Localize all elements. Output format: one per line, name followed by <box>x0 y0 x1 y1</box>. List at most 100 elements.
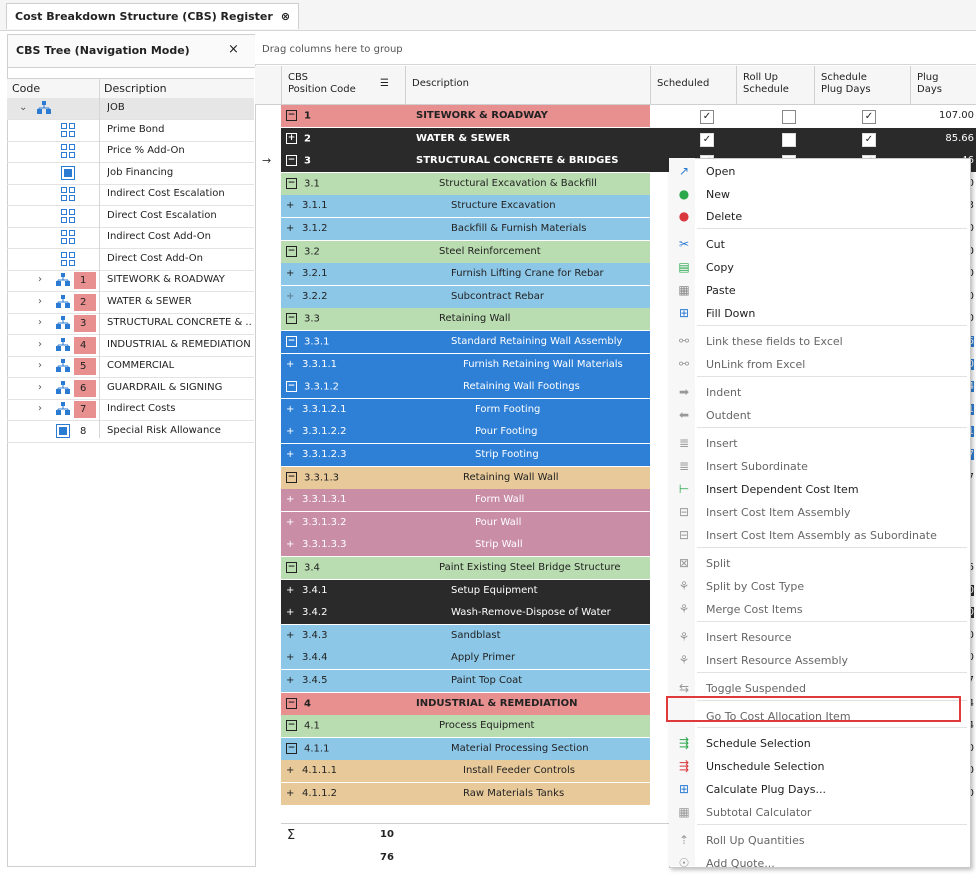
expand-icon[interactable]: + <box>286 132 297 144</box>
col-header-scheduled[interactable]: Scheduled <box>650 66 735 104</box>
menu-item-insert-cost-item-assembly[interactable]: ⊟ Insert Cost Item Assembly <box>670 501 968 524</box>
collapse-icon[interactable]: − <box>286 471 297 483</box>
menu-item-split-by-cost-type[interactable]: ⚘ Split by Cost Type <box>670 575 968 598</box>
document-tab[interactable]: Cost Breakdown Structure (CBS) Register ⊗ <box>6 3 300 29</box>
menu-item-delete[interactable]: ● Delete <box>670 205 968 228</box>
col-header-code[interactable]: CBS Position Code ☰ <box>281 66 404 104</box>
col-header-plug-days[interactable]: Plug Days <box>910 66 976 104</box>
collapse-icon[interactable]: − <box>286 110 297 121</box>
menu-item-add-quote[interactable]: ☉ Add Quote... <box>670 852 968 875</box>
tree-row[interactable]: › 4 INDUSTRIAL & REMEDIATION <box>7 335 254 357</box>
collapse-icon[interactable]: − <box>286 155 297 167</box>
expand-icon[interactable]: + <box>286 223 295 234</box>
menu-item-open[interactable]: ↗ Open <box>670 160 968 183</box>
menu-item-unschedule-selection[interactable]: ⇶ Unschedule Selection <box>670 755 968 778</box>
sort-icon[interactable]: ☰ <box>380 78 389 90</box>
tree-row[interactable]: Job Financing <box>7 163 254 185</box>
tree-col-code[interactable]: Code <box>12 82 40 95</box>
tree-row[interactable]: Direct Cost Add-On <box>7 249 254 271</box>
menu-item-insert-dependent-cost-item[interactable]: ⊢ Insert Dependent Cost Item <box>670 478 968 501</box>
expand-icon[interactable]: + <box>286 607 295 618</box>
col-header-plug-days-sched[interactable]: Schedule Plug Days <box>814 66 909 104</box>
menu-item-paste[interactable]: ▦ Paste <box>670 279 968 302</box>
tree-row[interactable]: ⌄ JOB <box>7 98 254 120</box>
expand-icon[interactable]: + <box>286 539 295 550</box>
menu-item-subtotal-calculator[interactable]: ▦ Subtotal Calculator <box>670 801 968 824</box>
menu-item-merge-cost-items[interactable]: ⚘ Merge Cost Items <box>670 598 968 621</box>
menu-item-insert-resource[interactable]: ⚘ Insert Resource <box>670 626 968 649</box>
plug-days-checkbox[interactable]: ✓ <box>862 110 876 124</box>
menu-item-insert[interactable]: ≣ Insert <box>670 432 968 455</box>
chevron-right-icon[interactable]: › <box>38 339 42 350</box>
expand-icon[interactable]: + <box>286 494 295 505</box>
tree-row[interactable]: Indirect Cost Escalation <box>7 184 254 206</box>
menu-item-new[interactable]: ● New <box>670 183 968 206</box>
menu-item-split[interactable]: ⊠ Split <box>670 552 968 575</box>
tree-col-description[interactable]: Description <box>104 82 167 95</box>
menu-item-insert-subordinate[interactable]: ≣ Insert Subordinate <box>670 455 968 478</box>
collapse-icon[interactable]: − <box>286 381 297 393</box>
chevron-right-icon[interactable]: › <box>38 403 42 414</box>
expand-icon[interactable]: + <box>286 585 295 596</box>
tree-row[interactable]: Direct Cost Escalation <box>7 206 254 228</box>
menu-item-fill-down[interactable]: ⊞ Fill Down <box>670 302 968 325</box>
close-panel-icon[interactable]: × <box>228 42 239 57</box>
rollup-checkbox[interactable] <box>782 110 796 124</box>
chevron-right-icon[interactable]: › <box>38 382 42 393</box>
expand-icon[interactable]: + <box>286 200 295 211</box>
menu-item-indent[interactable]: ➡ Indent <box>670 381 968 404</box>
table-row[interactable]: +2 WATER & SEWER ✓ ✓ 85.66 <box>281 127 976 150</box>
expand-icon[interactable]: + <box>286 426 295 437</box>
expand-icon[interactable]: + <box>286 517 295 528</box>
chevron-down-icon[interactable]: ⌄ <box>19 102 27 113</box>
menu-item-insert-resource-assembly[interactable]: ⚘ Insert Resource Assembly <box>670 649 968 672</box>
collapse-icon[interactable]: − <box>286 177 297 189</box>
expand-icon[interactable]: + <box>286 449 295 460</box>
scheduled-checkbox[interactable]: ✓ <box>700 110 714 124</box>
expand-icon[interactable]: + <box>286 652 295 663</box>
expand-icon[interactable]: + <box>286 359 295 370</box>
collapse-icon[interactable]: − <box>286 720 297 732</box>
col-header-description[interactable]: Description <box>405 66 651 104</box>
collapse-icon[interactable]: − <box>286 245 297 257</box>
scheduled-checkbox[interactable]: ✓ <box>700 132 714 147</box>
plug-days-checkbox[interactable]: ✓ <box>862 132 876 147</box>
tree-row[interactable]: Indirect Cost Add-On <box>7 227 254 249</box>
expand-icon[interactable]: + <box>286 788 295 799</box>
rollup-checkbox[interactable] <box>782 132 796 147</box>
menu-item-calculate-plug-days[interactable]: ⊞ Calculate Plug Days... <box>670 778 968 801</box>
tree-row[interactable]: Prime Bond <box>7 120 254 142</box>
chevron-right-icon[interactable]: › <box>38 360 42 371</box>
tree-row[interactable]: › 2 WATER & SEWER <box>7 292 254 314</box>
expand-icon[interactable]: + <box>286 268 295 279</box>
collapse-icon[interactable]: − <box>286 313 297 325</box>
tree-row[interactable]: › 1 SITEWORK & ROADWAY <box>7 270 254 292</box>
menu-item-insert-cost-item-assembly-as-subordinate[interactable]: ⊟ Insert Cost Item Assembly as Subordinat… <box>670 524 968 547</box>
menu-item-schedule-selection[interactable]: ⇶ Schedule Selection <box>670 732 968 755</box>
col-header-rollup[interactable]: Roll Up Schedule <box>736 66 813 104</box>
menu-item-link-these-fields-to-excel[interactable]: ⚯ Link these fields to Excel <box>670 330 968 353</box>
menu-item-unlink-from-excel[interactable]: ⚯ UnLink from Excel <box>670 353 968 376</box>
expand-icon[interactable]: + <box>286 675 295 686</box>
collapse-icon[interactable]: − <box>286 562 297 573</box>
menu-item-copy[interactable]: ▤ Copy <box>670 256 968 279</box>
expand-icon[interactable]: + <box>286 404 295 415</box>
table-row[interactable]: −1 SITEWORK & ROADWAY ✓ ✓ 107.00 <box>281 105 976 127</box>
tree-row[interactable]: › 5 COMMERCIAL <box>7 356 254 378</box>
expand-icon[interactable]: + <box>286 291 295 302</box>
expand-icon[interactable]: + <box>286 765 295 776</box>
tree-row[interactable]: › 3 STRUCTURAL CONCRETE & ... <box>7 313 254 335</box>
menu-item-outdent[interactable]: ⬅ Outdent <box>670 404 968 427</box>
menu-item-cut[interactable]: ✂ Cut <box>670 233 968 256</box>
menu-item-roll-up-quantities[interactable]: ⇡ Roll Up Quantities <box>670 829 968 852</box>
tree-row[interactable]: 8 Special Risk Allowance <box>7 421 254 443</box>
chevron-right-icon[interactable]: › <box>38 317 42 328</box>
chevron-right-icon[interactable]: › <box>38 274 42 285</box>
collapse-icon[interactable]: − <box>286 336 297 347</box>
tree-row[interactable]: Price % Add-On <box>7 141 254 163</box>
tree-row[interactable]: › 6 GUARDRAIL & SIGNING <box>7 378 254 400</box>
collapse-icon[interactable]: − <box>286 742 297 754</box>
collapse-icon[interactable]: − <box>286 697 297 709</box>
close-tab-icon[interactable]: ⊗ <box>281 4 290 29</box>
chevron-right-icon[interactable]: › <box>38 296 42 307</box>
